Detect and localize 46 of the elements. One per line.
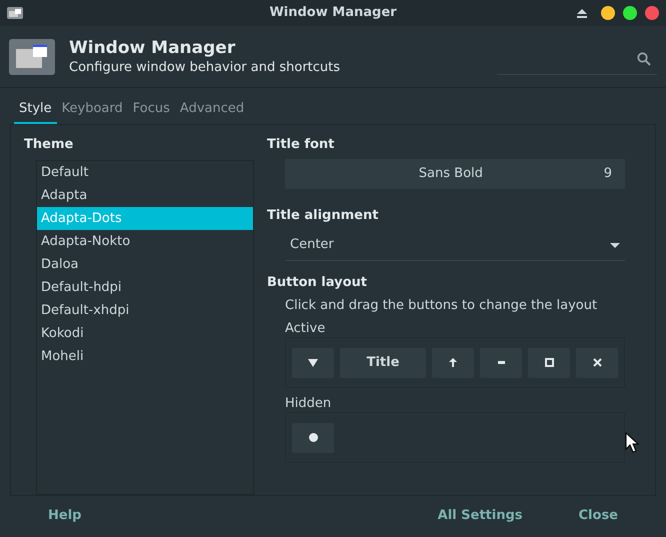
alignment-dropdown[interactable]: Center xyxy=(285,230,625,261)
maximize-button[interactable] xyxy=(623,6,637,20)
theme-item[interactable]: Moheli xyxy=(37,344,253,368)
theme-heading: Theme xyxy=(24,136,74,154)
mouse-pointer-icon xyxy=(625,432,639,453)
layout-button[interactable] xyxy=(292,422,334,452)
up-arrow-icon xyxy=(449,358,457,367)
layout-button[interactable] xyxy=(528,348,570,378)
layout-button[interactable] xyxy=(576,348,618,378)
title-font-heading: Title font xyxy=(267,136,336,154)
search-icon xyxy=(637,52,651,66)
theme-item[interactable]: Kokodi xyxy=(37,322,253,345)
theme-item[interactable]: Default-xhdpi xyxy=(37,298,253,322)
layout-button[interactable] xyxy=(292,348,334,378)
button-layout-heading: Button layout xyxy=(267,274,368,292)
theme-item[interactable]: Daloa xyxy=(37,252,253,276)
dot-icon xyxy=(308,433,318,442)
theme-item[interactable]: Adapta-Nokto xyxy=(37,230,253,253)
active-label: Active xyxy=(285,320,326,337)
close-icon xyxy=(592,358,602,367)
maximize-icon xyxy=(544,358,554,367)
dropdown-caret-icon xyxy=(610,242,620,248)
tab[interactable]: Keyboard xyxy=(56,96,128,124)
theme-item[interactable]: Default xyxy=(37,160,253,184)
font-button[interactable]: Sans Bold 9 xyxy=(285,159,625,189)
theme-item[interactable]: Adapta xyxy=(37,184,253,207)
layout-hint: Click and drag the buttons to change the layout xyxy=(285,297,598,315)
eject-icon xyxy=(577,8,587,18)
minimize-icon xyxy=(498,361,504,364)
triangle-icon xyxy=(308,358,318,366)
tab[interactable]: Advanced xyxy=(174,96,250,124)
close-button[interactable] xyxy=(645,6,659,20)
minimize-button[interactable] xyxy=(601,6,615,20)
window-title: Window Manager xyxy=(269,4,397,22)
tab[interactable]: Focus xyxy=(128,96,175,124)
title-alignment-heading: Title alignment xyxy=(267,207,380,225)
header-title: Window Manager xyxy=(69,36,236,58)
header-subtitle: Configure window behavior and shortcuts xyxy=(69,58,340,76)
window-manager-icon xyxy=(9,38,55,74)
close-button[interactable]: Close xyxy=(568,501,628,531)
all-settings-button[interactable]: All Settings xyxy=(428,501,533,531)
theme-item[interactable]: Default-hdpi xyxy=(37,276,253,299)
help-button[interactable]: Help xyxy=(38,501,92,531)
app-icon xyxy=(7,7,23,19)
hidden-label: Hidden xyxy=(285,395,332,412)
title-button[interactable]: Title xyxy=(340,348,426,378)
